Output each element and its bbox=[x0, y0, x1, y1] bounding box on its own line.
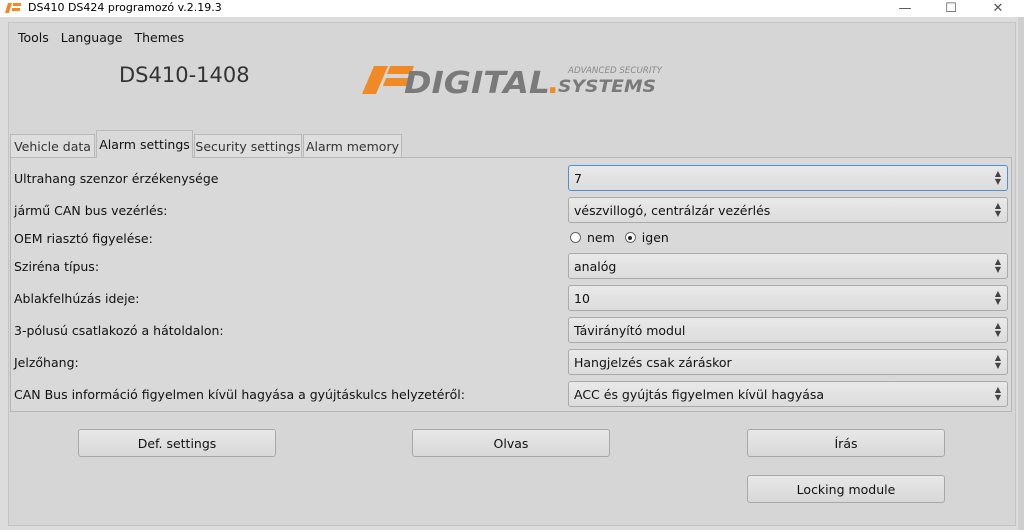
minimize-button[interactable]: — bbox=[882, 0, 928, 17]
combo-value: Hangjelzés csak záráskor bbox=[574, 355, 732, 370]
window-close-time-label: Ablakfelhúzás ideje: bbox=[14, 291, 140, 306]
tab-alarm-memory[interactable]: Alarm memory bbox=[303, 134, 402, 157]
siren-type-label: Sziréna típus: bbox=[14, 259, 100, 274]
device-model-title: DS410-1408 bbox=[119, 63, 250, 87]
combo-value: Távirányító modul bbox=[574, 323, 686, 338]
combo-value: analóg bbox=[574, 259, 617, 274]
combo-value: 7 bbox=[574, 171, 582, 186]
tab-alarm-settings[interactable]: Alarm settings bbox=[96, 130, 193, 158]
can-bus-control-label: jármű CAN bus vezérlés: bbox=[14, 203, 168, 218]
menu-language[interactable]: Language bbox=[55, 29, 129, 47]
radio-igen[interactable] bbox=[624, 232, 636, 243]
combo-arrows-icon: ▲ ▼ bbox=[994, 201, 1001, 218]
combo-arrows-icon: ▲ ▼ bbox=[994, 353, 1001, 370]
radio-nem-label[interactable]: nem bbox=[587, 230, 615, 245]
logo-sub-text: SYSTEMS bbox=[558, 77, 656, 97]
three-pin-connector-select[interactable]: Távirányító modul ▲ ▼ bbox=[568, 317, 1008, 343]
app-logo-icon bbox=[5, 3, 21, 13]
default-settings-button[interactable]: Def. settings bbox=[78, 429, 276, 457]
combo-arrows-icon: ▲ ▼ bbox=[994, 321, 1001, 338]
combo-arrows-icon: ▲ ▼ bbox=[994, 257, 1001, 274]
ultrasonic-sensitivity-select[interactable]: 7 ▲ ▼ bbox=[568, 165, 1008, 191]
logo-main-text: DIGITAL bbox=[404, 66, 550, 100]
combo-arrows-icon: ▲ ▼ bbox=[994, 385, 1001, 402]
window-close-time-select[interactable]: 10 ▲ ▼ bbox=[568, 285, 1008, 311]
can-bus-ignore-ignition-select[interactable]: ACC és gyújtás figyelmen kívül hagyása ▲… bbox=[568, 381, 1008, 407]
ultrasonic-sensitivity-label: Ultrahang szenzor érzékenysége bbox=[14, 171, 219, 186]
radio-nem[interactable] bbox=[570, 232, 581, 243]
signal-tone-label: Jelzőhang: bbox=[14, 355, 79, 370]
can-bus-control-select[interactable]: vészvillogó, centrálzár vezérlés ▲ ▼ bbox=[568, 197, 1008, 223]
three-pin-connector-label: 3-pólusú csatlakozó a hátoldalon: bbox=[14, 323, 224, 338]
digital-systems-logo: DIGITAL . ADVANCED SECURITY SYSTEMS bbox=[362, 66, 663, 100]
radio-igen-label[interactable]: igen bbox=[642, 230, 669, 245]
tab-security-settings[interactable]: Security settings bbox=[194, 134, 302, 157]
siren-type-select[interactable]: analóg ▲ ▼ bbox=[568, 253, 1008, 279]
oem-alarm-monitoring-label: OEM riasztó figyelése: bbox=[14, 231, 153, 246]
menu-themes[interactable]: Themes bbox=[129, 29, 191, 47]
title-bar: DS410 DS424 programozó v.2.19.3 — ☐ ✕ bbox=[0, 0, 1024, 17]
maximize-button[interactable]: ☐ bbox=[928, 0, 974, 17]
menu-tools[interactable]: Tools bbox=[12, 29, 55, 47]
combo-arrows-icon: ▲ ▼ bbox=[994, 289, 1001, 306]
combo-value: 10 bbox=[574, 291, 590, 306]
tab-vehicle-data[interactable]: Vehicle data bbox=[10, 134, 95, 157]
oem-alarm-radio-group: nem igen bbox=[570, 230, 679, 245]
logo-dot: . bbox=[547, 66, 558, 100]
close-button[interactable]: ✕ bbox=[975, 0, 1021, 17]
write-button[interactable]: Írás bbox=[747, 429, 945, 457]
window-border bbox=[1018, 17, 1024, 530]
combo-value: vészvillogó, centrálzár vezérlés bbox=[574, 203, 771, 218]
locking-module-button[interactable]: Locking module bbox=[747, 475, 945, 503]
signal-tone-select[interactable]: Hangjelzés csak záráskor ▲ ▼ bbox=[568, 349, 1008, 375]
combo-arrows-icon: ▲ ▼ bbox=[994, 169, 1001, 186]
window-title: DS410 DS424 programozó v.2.19.3 bbox=[28, 1, 222, 14]
combo-value: ACC és gyújtás figyelmen kívül hagyása bbox=[574, 387, 825, 402]
menu-bar: Tools Language Themes bbox=[12, 29, 190, 47]
logo-tagline: ADVANCED SECURITY bbox=[567, 66, 663, 76]
read-button[interactable]: Olvas bbox=[412, 429, 610, 457]
can-bus-ignore-ignition-label: CAN Bus információ figyelmen kívül hagyá… bbox=[14, 387, 465, 402]
